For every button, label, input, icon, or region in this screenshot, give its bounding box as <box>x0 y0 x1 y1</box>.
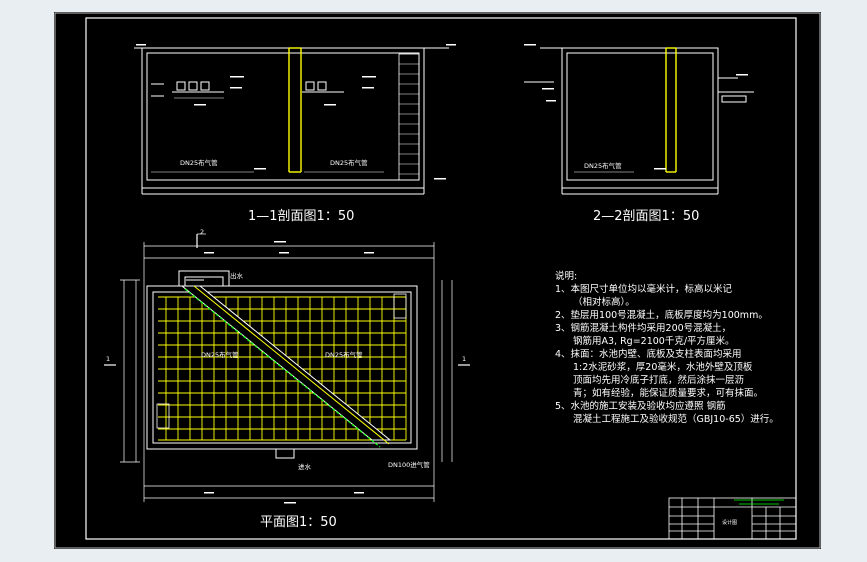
notes-line: 顶面均先用冷底子打底，然后涂抹一层沥 <box>573 375 745 386</box>
notes-line: 青；如有经验，能保证质量要求，可有抹面。 <box>573 388 764 399</box>
section-2-2-riser <box>665 47 677 173</box>
notes-line: 2、垫层用100号混凝土，底板厚度均为100mm。 <box>555 310 768 321</box>
section-2-2-dimension-ticks <box>524 44 748 170</box>
notes-line: （相对标高）。 <box>573 297 635 308</box>
notes-line: 1:2水泥砂浆，厚20毫米，水池外壁及顶板 <box>573 362 753 373</box>
outlet-label: 出水 <box>230 272 243 280</box>
cut-marker-1-left: 1 <box>106 355 111 363</box>
plan-pipe-grid <box>158 296 407 441</box>
section-1-1-riser <box>288 47 302 173</box>
plan-title: 平面图1：50 <box>260 515 337 530</box>
s11-left-pipe-label: DN25布气管 <box>180 159 218 167</box>
notes-line: 4、抹面：水池内壁、底板及支柱表面均采用 <box>555 349 742 360</box>
notes-heading: 说明: <box>555 271 578 282</box>
notes-line: 钢筋用A3, Rg=2100千克/平方厘米。 <box>573 336 735 347</box>
notes-line: 5、水池的施工安装及验收均应遵照 钢筋 <box>555 401 726 412</box>
drawing-sheet: 1—1剖面图1：50 2—2剖面图1：50 平面图1：50 DN25布气管 DN… <box>54 12 821 549</box>
notes-line: 1、本图尺寸单位均以毫米计，标高以米记 <box>555 284 733 295</box>
section-1-1-title: 1—1剖面图1：50 <box>248 209 355 224</box>
s11-right-pipe-label: DN25布气管 <box>330 159 368 167</box>
notes-block: 说明: 1、本图尺寸单位均以毫米计，标高以米记 （相对标高）。 2、垫层用100… <box>555 270 779 426</box>
cut-marker-2: 2 <box>200 228 205 236</box>
inlet-pipe-label: DN100进气管 <box>388 461 430 469</box>
s22-pipe-label: DN25布气管 <box>584 162 622 170</box>
notes-line: 3、钢筋混凝土构件均采用200号混凝土， <box>555 323 732 334</box>
plan-right-pipe-label: DN25布气管 <box>325 351 363 359</box>
notes-line: 混凝土工程施工及验收规范（GBJ10-65）进行。 <box>573 414 779 425</box>
section-2-2-title: 2—2剖面图1：50 <box>593 209 700 224</box>
title-block-label: 设计图 <box>722 520 738 526</box>
plan-left-pipe-label: DN25布气管 <box>201 351 239 359</box>
inflow-label: 进水 <box>298 463 311 471</box>
section-2-2 <box>524 47 754 195</box>
cut-marker-1-right: 1 <box>462 355 467 363</box>
